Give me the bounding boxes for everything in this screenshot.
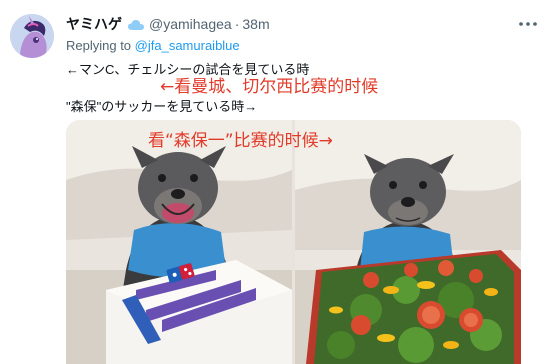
avatar[interactable] [10, 14, 54, 58]
handle[interactable]: @yamihagea [149, 16, 232, 32]
replying-handle-link[interactable]: @jfa_samuraiblue [135, 38, 240, 53]
replying-to: Replying to @jfa_samuraiblue [66, 38, 240, 53]
dog-with-domino-pizza-box[interactable] [66, 120, 292, 364]
tweet-header: ヤミハゲ @yamihagea · 38m [66, 14, 270, 34]
replying-prefix: Replying to [66, 38, 132, 53]
annotation-top: ←看曼城、切尔西比赛的时候 [160, 77, 379, 97]
tweet-media[interactable] [66, 120, 521, 364]
dog-with-salad-in-pizza-box[interactable] [295, 120, 521, 364]
cloud-badge-icon [128, 18, 144, 30]
display-name[interactable]: ヤミハゲ [66, 14, 122, 34]
media-photos [66, 120, 521, 364]
separator-dot: · [234, 16, 240, 32]
more-icon [519, 22, 537, 26]
more-button[interactable] [518, 14, 538, 34]
timestamp[interactable]: 38m [242, 16, 269, 32]
tweet-text-line-2: "森保"のサッカーを見ている時→ [66, 99, 258, 114]
annotation-media: 看“森保一”比赛的时候→ [148, 131, 333, 151]
pony-avatar-icon [10, 14, 54, 58]
